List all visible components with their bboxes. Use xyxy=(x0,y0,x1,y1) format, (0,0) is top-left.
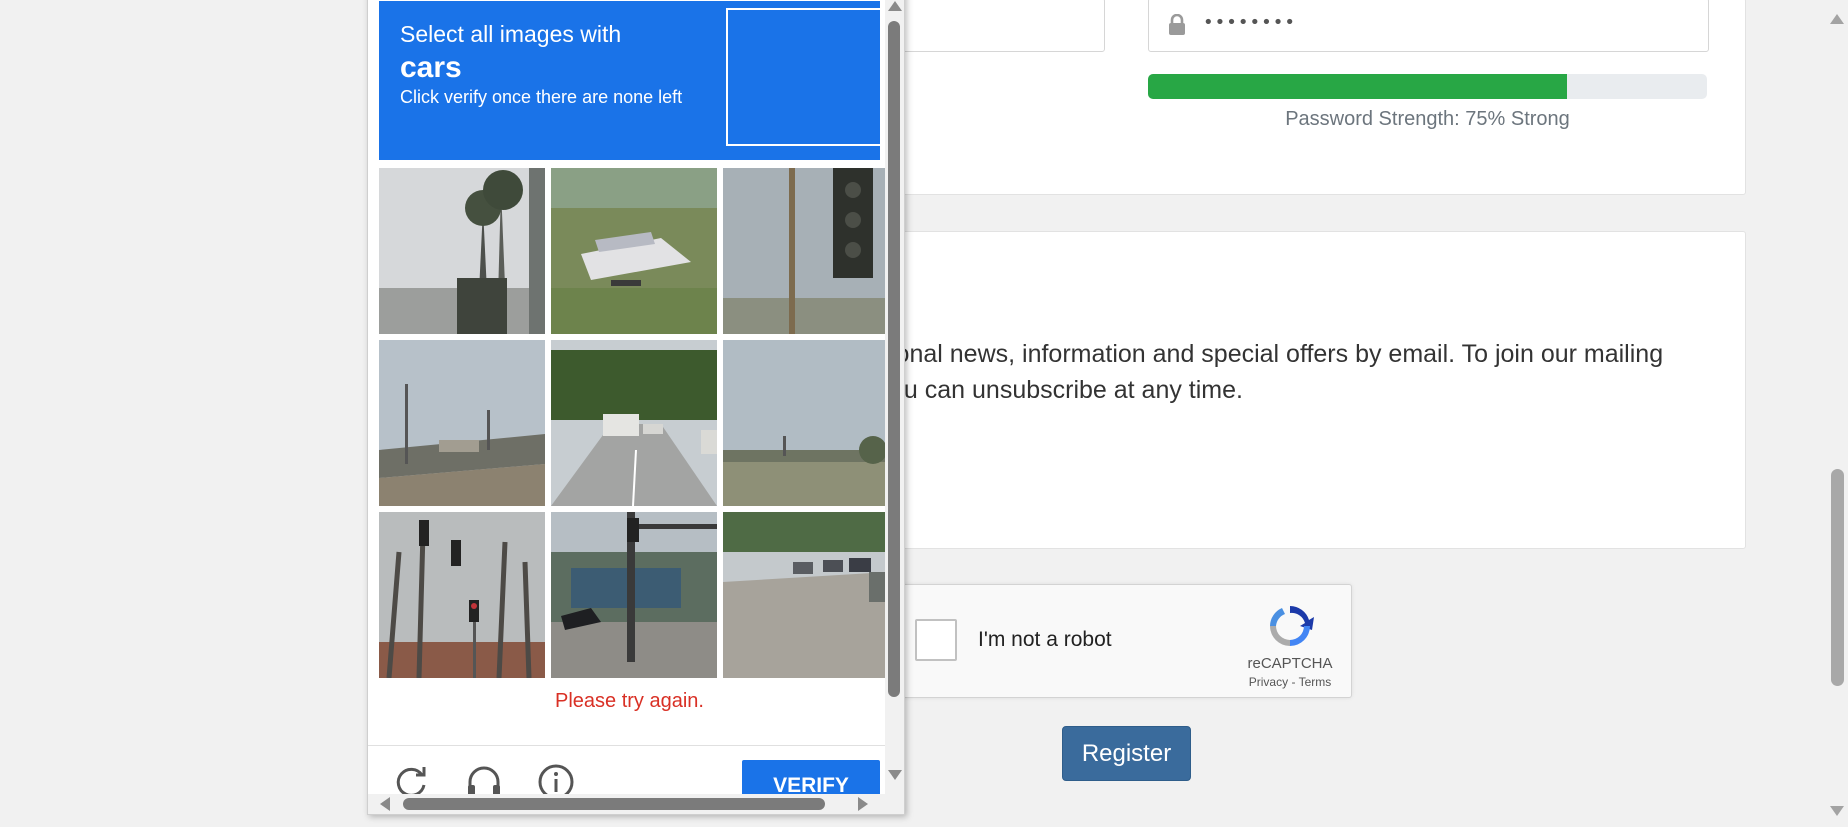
page-scrollbar[interactable] xyxy=(1828,0,1848,827)
challenge-header: Select all images with cars Click verify… xyxy=(379,1,880,160)
scroll-down-arrow-icon[interactable] xyxy=(888,770,902,780)
popup-vertical-scrollbar-thumb[interactable] xyxy=(888,21,900,697)
password-strength-fill xyxy=(1148,74,1568,99)
challenge-tile[interactable] xyxy=(551,512,717,678)
challenge-instruction: Select all images with xyxy=(400,21,622,47)
recaptcha-logo-icon xyxy=(1270,606,1314,646)
challenge-tile[interactable] xyxy=(723,340,889,506)
newsletter-text-line: ional news, information and special offe… xyxy=(890,340,1664,368)
challenge-sample-frame xyxy=(726,8,880,146)
recaptcha-links: Privacy - Terms xyxy=(1243,675,1337,689)
privacy-link[interactable]: Privacy xyxy=(1249,675,1288,689)
error-message: Please try again. xyxy=(555,690,704,712)
recaptcha-label: I'm not a robot xyxy=(978,628,1112,651)
footer-divider xyxy=(368,745,904,746)
newsletter-text-line: ou can unsubscribe at any time. xyxy=(890,376,1243,404)
password-strength-bar xyxy=(1148,74,1707,99)
text-field[interactable] xyxy=(880,0,1105,52)
challenge-tile[interactable] xyxy=(551,168,717,334)
captcha-challenge-popup: Select all images with cars Click verify… xyxy=(367,0,905,815)
terms-link[interactable]: Terms xyxy=(1299,675,1332,689)
challenge-tile[interactable] xyxy=(551,340,717,506)
page-scrollbar-thumb[interactable] xyxy=(1831,469,1844,686)
lock-icon xyxy=(1169,14,1185,35)
challenge-tile[interactable] xyxy=(379,340,545,506)
challenge-tile[interactable] xyxy=(723,168,889,334)
recaptcha-checkbox[interactable] xyxy=(915,619,957,661)
scroll-up-arrow-icon[interactable] xyxy=(888,1,902,11)
password-strength-label: Password Strength: 75% Strong xyxy=(1285,108,1570,130)
recaptcha-widget: I'm not a robot reCAPTCHA Privacy - Term… xyxy=(890,584,1352,698)
link-separator: - xyxy=(1288,675,1299,689)
register-button[interactable]: Register xyxy=(1062,726,1191,781)
scroll-right-arrow-icon[interactable] xyxy=(858,797,868,811)
scroll-left-arrow-icon[interactable] xyxy=(380,797,390,811)
scroll-down-arrow-icon[interactable] xyxy=(1830,806,1844,816)
challenge-hint: Click verify once there are none left xyxy=(400,87,683,107)
recaptcha-brand: reCAPTCHA xyxy=(1247,655,1333,672)
challenge-tile[interactable] xyxy=(379,168,545,334)
challenge-tile[interactable] xyxy=(379,512,545,678)
challenge-tile[interactable] xyxy=(723,512,889,678)
popup-horizontal-scrollbar-thumb[interactable] xyxy=(403,798,825,810)
scroll-up-arrow-icon[interactable] xyxy=(1830,14,1844,24)
password-value: •••••••• xyxy=(1203,12,1296,33)
challenge-object: cars xyxy=(400,51,462,84)
